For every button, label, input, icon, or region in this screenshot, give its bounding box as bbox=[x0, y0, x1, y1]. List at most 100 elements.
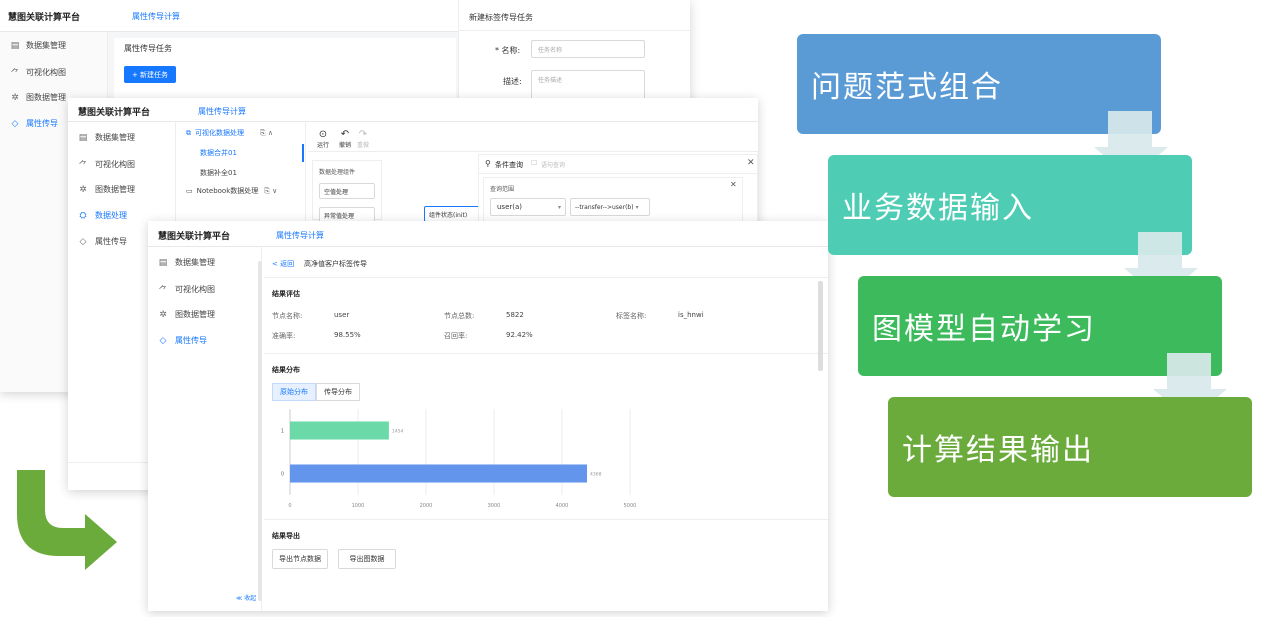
sidebar-item-propagation[interactable]: ◇ 属性传导 bbox=[76, 236, 127, 247]
sidebar-item-label: 属性传导 bbox=[95, 237, 127, 246]
copy-icon[interactable]: ⎘ ∨ bbox=[264, 187, 277, 196]
back-link[interactable]: < 返回 bbox=[272, 259, 294, 269]
metric-value: 5822 bbox=[506, 311, 524, 319]
export-nodes-button[interactable]: 导出节点数据 bbox=[272, 549, 328, 569]
x-tick-label: 4000 bbox=[556, 503, 569, 509]
platform-brand: 慧图关联计算平台 bbox=[8, 13, 81, 23]
metric-label: 节点名称: bbox=[272, 312, 303, 320]
task-name-input[interactable]: 任务名称 bbox=[531, 40, 645, 58]
table-icon: ▤ bbox=[78, 132, 88, 143]
bar-category-0[interactable] bbox=[290, 464, 588, 483]
table-icon: ▤ bbox=[10, 40, 20, 51]
tag-icon: ◇ bbox=[159, 335, 167, 346]
sidebar-item-propagation[interactable]: ◇ 属性传导 bbox=[156, 335, 207, 346]
asterisk-icon: ✲ bbox=[159, 309, 167, 320]
y-tick-label: 1 bbox=[281, 429, 284, 435]
tree-item-label: 数据合并01 bbox=[200, 149, 237, 157]
sidebar-item-label: 图数据管理 bbox=[26, 93, 66, 102]
dist-title: 结果分布 bbox=[272, 366, 300, 374]
tree-group-icon: ⧉ bbox=[186, 128, 191, 137]
component-label: 空值处理 bbox=[324, 188, 349, 196]
undo-icon: ↶ bbox=[340, 128, 350, 140]
breadcrumb: 高净值客户标签传导 bbox=[304, 260, 367, 268]
tab-attribute-propagation[interactable]: 属性传导计算 bbox=[132, 11, 180, 22]
new-task-button[interactable]: + 新建任务 bbox=[124, 66, 176, 83]
canvas-node[interactable]: 组件状态(init) bbox=[424, 206, 482, 222]
redo-button[interactable]: ↷ 重做 bbox=[354, 128, 372, 150]
close-icon[interactable]: ✕ bbox=[747, 158, 755, 168]
run-label: 运行 bbox=[316, 141, 329, 149]
platform-brand: 慧图关联计算平台 bbox=[78, 108, 151, 118]
x-tick-label: 2000 bbox=[420, 503, 433, 509]
asterisk-icon: ✲ bbox=[79, 184, 87, 195]
sidebar-item-label: 属性传导 bbox=[175, 336, 207, 345]
flow-step-label: 问题范式组合 bbox=[811, 70, 1003, 105]
divider bbox=[264, 353, 828, 354]
statement-query-option[interactable]: 语句查询 bbox=[541, 160, 565, 169]
form-title: 新建标签传导任务 bbox=[469, 13, 533, 22]
export-graph-button[interactable]: 导出图数据 bbox=[338, 549, 396, 569]
tab-attribute-propagation[interactable]: 属性传导计算 bbox=[198, 106, 246, 117]
sidebar-item-visual-build[interactable]: ⺈ 可视化构图 bbox=[156, 283, 215, 296]
export-title: 结果导出 bbox=[272, 532, 300, 540]
checkbox-icon[interactable]: ☐ bbox=[531, 159, 537, 167]
content-scrollbar[interactable] bbox=[818, 281, 823, 371]
sidebar-item-visual-build[interactable]: ⺈ 可视化构图 bbox=[76, 158, 135, 171]
platform-brand: 慧图关联计算平台 bbox=[158, 232, 231, 242]
tree-item-complete[interactable]: 数据补全01 bbox=[200, 168, 237, 178]
metric-value: 98.55% bbox=[334, 331, 361, 339]
sidebar-item-dataset[interactable]: ▤ 数据集管理 bbox=[76, 132, 135, 143]
selected-marker bbox=[302, 144, 304, 162]
top-bar: 慧图关联计算平台 属性传导计算 bbox=[68, 98, 758, 122]
tab-propagated-distribution[interactable]: 传导分布 bbox=[316, 383, 360, 401]
curved-arrow-icon bbox=[17, 470, 117, 570]
metric-label: 召回率: bbox=[444, 332, 468, 340]
tree-group-notebook[interactable]: ▭ Notebook数据处理 ⎘ ∨ bbox=[186, 186, 277, 196]
tree-item-merge[interactable]: 数据合并01 bbox=[200, 148, 237, 158]
divider bbox=[459, 30, 690, 31]
undo-button[interactable]: ↶ 撤销 bbox=[336, 128, 354, 150]
component-null-handling[interactable]: 空值处理 bbox=[319, 183, 375, 199]
query-title: 条件查询 bbox=[495, 161, 523, 169]
select-value: --transfer-->user(b) bbox=[575, 203, 634, 211]
run-button[interactable]: ⊙ 运行 bbox=[314, 128, 332, 150]
tab-attribute-propagation[interactable]: 属性传导计算 bbox=[276, 230, 324, 241]
chart-line-icon: ⺈ bbox=[10, 69, 20, 79]
flow-step-result-output: 计算结果输出 bbox=[888, 397, 1252, 497]
sidebar-item-label: 属性传导 bbox=[26, 119, 58, 128]
query-relation-select[interactable]: --transfer-->user(b) ▾ bbox=[570, 198, 650, 216]
sidebar: ▤ 数据集管理 ⺈ 可视化构图 ✲ 图数据管理 ◇ 属性传导 ≪ 收起 bbox=[148, 247, 262, 611]
copy-icon[interactable]: ⎘ ∧ bbox=[260, 129, 273, 138]
close-icon[interactable]: ✕ bbox=[730, 180, 737, 189]
tree-group-visual[interactable]: ⧉ 可视化数据处理 ⎘ ∧ bbox=[186, 128, 273, 138]
table-icon: ▤ bbox=[158, 257, 168, 268]
sidebar-item-graph-data[interactable]: ✲ 图数据管理 bbox=[8, 92, 66, 103]
gear-icon: ⛭ bbox=[79, 210, 87, 221]
query-start-select[interactable]: user(a) ▾ bbox=[490, 198, 566, 216]
collapse-button[interactable]: ≪ 收起 bbox=[236, 593, 256, 602]
tree-group-label: 可视化数据处理 bbox=[195, 129, 244, 137]
sidebar-item-propagation[interactable]: ◇ 属性传导 bbox=[8, 118, 58, 129]
bar-category-1[interactable] bbox=[290, 421, 389, 440]
sidebar-item-dataset[interactable]: ▤ 数据集管理 bbox=[8, 40, 66, 51]
chevron-down-icon: ▾ bbox=[557, 203, 561, 211]
tag-icon: ◇ bbox=[79, 236, 87, 247]
task-desc-placeholder: 任务描述 bbox=[538, 77, 563, 84]
sidebar-item-graph-data[interactable]: ✲ 图数据管理 bbox=[76, 184, 135, 195]
component-panel: 数据处理组件 空值处理 异常值处理 bbox=[312, 160, 382, 223]
x-tick-label: 1000 bbox=[352, 503, 365, 509]
sidebar-scrollbar[interactable] bbox=[258, 261, 262, 601]
chart-line-icon: ⺈ bbox=[158, 286, 168, 296]
sidebar-item-data-processing[interactable]: ⛭ 数据处理 bbox=[76, 210, 127, 221]
redo-icon: ↷ bbox=[358, 128, 368, 140]
desc-label: 描述: bbox=[503, 77, 522, 86]
canvas-toolbar: ⊙ 运行 ↶ 撤销 ↷ 重做 bbox=[308, 126, 758, 152]
component-title: 数据处理组件 bbox=[319, 169, 356, 176]
component-label: 异常值处理 bbox=[324, 212, 355, 220]
sidebar-item-dataset[interactable]: ▤ 数据集管理 bbox=[156, 257, 215, 268]
distribution-chart: 0 1000 2000 3000 4000 5000 1 1454 0 4368 bbox=[281, 409, 636, 509]
tab-original-distribution[interactable]: 原始分布 bbox=[272, 383, 316, 401]
sidebar-item-visual-build[interactable]: ⺈ 可视化构图 bbox=[8, 66, 66, 79]
sidebar-item-graph-data[interactable]: ✲ 图数据管理 bbox=[156, 309, 215, 320]
process-tree: ⧉ 可视化数据处理 ⎘ ∧ 数据合并01 数据补全01 ▭ Notebook数据… bbox=[178, 122, 306, 222]
